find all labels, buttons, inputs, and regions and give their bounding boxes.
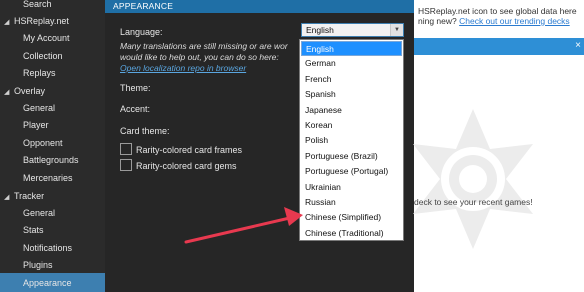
- sidebar-item-battlegrounds[interactable]: Battlegrounds: [23, 152, 79, 169]
- sidebar-item-label: Search: [23, 0, 52, 9]
- sidebar-item-overlay[interactable]: ◢ Overlay: [4, 83, 45, 100]
- sidebar-item-player[interactable]: Player: [23, 117, 49, 134]
- sidebar-item-stats[interactable]: Stats: [23, 222, 44, 239]
- sidebar-item-general[interactable]: General: [23, 100, 55, 117]
- banner-text-2: ning new? Check out our trending decks: [418, 16, 570, 26]
- sidebar-item-label: Opponent: [23, 138, 63, 148]
- close-icon[interactable]: ×: [575, 40, 581, 51]
- sidebar-item-collection[interactable]: Collection: [23, 48, 63, 65]
- language-option[interactable]: Korean: [301, 118, 402, 133]
- recent-games-text: deck to see your recent games!: [414, 197, 533, 207]
- expand-caret-icon[interactable]: ◢: [4, 189, 14, 206]
- sidebar-item-label: Collection: [23, 51, 63, 61]
- sidebar-item-label: General: [23, 103, 56, 113]
- language-option[interactable]: Portuguese (Portugal): [301, 164, 402, 179]
- sidebar-item-hsreplay-net[interactable]: ◢ HSReplay.net: [4, 13, 69, 30]
- translation-note-line1: Many translations are still missing or a…: [120, 41, 288, 51]
- trending-decks-link[interactable]: Check out our trending decks: [459, 16, 570, 26]
- localization-repo-link[interactable]: Open localization repo in browser: [120, 63, 246, 73]
- sidebar-item-opponent[interactable]: Opponent: [23, 135, 63, 152]
- sidebar-item-my-account[interactable]: My Account: [23, 30, 70, 47]
- language-option[interactable]: Polish: [301, 133, 402, 148]
- sidebar-item-label: Overlay: [14, 86, 46, 96]
- sidebar-item-plugins[interactable]: Plugins: [23, 257, 53, 274]
- language-option[interactable]: English: [301, 41, 402, 56]
- language-option[interactable]: Ukrainian: [301, 180, 402, 195]
- rarity-frames-label: Rarity-colored card frames: [136, 145, 243, 155]
- sidebar-item-label: Battlegrounds: [23, 155, 79, 165]
- sidebar-item-appearance[interactable]: Appearance: [23, 275, 72, 292]
- right-content: HSReplay.net icon to see global data her…: [413, 0, 584, 292]
- expand-caret-icon[interactable]: ◢: [4, 84, 14, 101]
- language-option[interactable]: Chinese (Traditional): [301, 226, 402, 241]
- banner-text: HSReplay.net icon to see global data her…: [418, 6, 577, 16]
- sidebar-item-label: HSReplay.net: [14, 16, 69, 26]
- sidebar-item-label: Notifications: [23, 243, 73, 253]
- sidebar-item-label: Stats: [23, 225, 44, 235]
- sidebar-item-replays[interactable]: Replays: [23, 65, 56, 82]
- language-select-value: English: [306, 25, 334, 35]
- language-option[interactable]: German: [301, 56, 402, 71]
- card-theme-label: Card theme:: [120, 126, 170, 136]
- hsreplay-logo-icon: [413, 109, 533, 249]
- sidebar-item-label: Player: [23, 120, 49, 130]
- language-option[interactable]: Russian: [301, 195, 402, 210]
- sidebar-item-tracker[interactable]: ◢ Tracker: [4, 188, 44, 205]
- sidebar-item-general[interactable]: General: [23, 205, 55, 222]
- language-option[interactable]: Portuguese (Brazil): [301, 149, 402, 164]
- language-dropdown-list[interactable]: English German French Spanish Japanese Korean…: [299, 39, 404, 241]
- rarity-gems-checkbox[interactable]: [120, 159, 132, 171]
- sidebar-item-label: General: [23, 208, 56, 218]
- banner-prefix: ning new?: [418, 16, 460, 26]
- rarity-frames-checkbox[interactable]: [120, 143, 132, 155]
- sidebar-item-mercenaries[interactable]: Mercenaries: [23, 170, 73, 187]
- language-option[interactable]: Spanish: [301, 87, 402, 102]
- sidebar: Search ◢ HSReplay.net My Account Collection R…: [0, 0, 105, 292]
- info-banner: HSReplay.net icon to see global data her…: [414, 0, 584, 36]
- language-option[interactable]: Japanese: [301, 103, 402, 118]
- sidebar-item-label: Tracker: [14, 191, 45, 201]
- accent-label: Accent:: [120, 104, 151, 114]
- sidebar-item-search[interactable]: Search: [23, 0, 52, 13]
- deck-header-bar: ×: [414, 38, 584, 55]
- sidebar-item-label: My Account: [23, 33, 70, 43]
- expand-caret-icon[interactable]: ◢: [4, 14, 14, 31]
- translation-note: Many translations are still missing or a…: [120, 41, 304, 62]
- sidebar-item-label: Appearance: [23, 278, 72, 288]
- translation-note-line2: would like to help out, you can do so he…: [120, 51, 279, 62]
- language-option[interactable]: Chinese (Simplified): [301, 210, 402, 225]
- theme-label: Theme:: [120, 83, 151, 93]
- chevron-down-icon[interactable]: ▼: [390, 24, 403, 36]
- sidebar-item-label: Plugins: [23, 260, 53, 270]
- language-option[interactable]: French: [301, 72, 402, 87]
- language-label: Language:: [120, 27, 163, 37]
- sidebar-item-label: Mercenaries: [23, 173, 73, 183]
- panel-header: APPEARANCE: [105, 0, 414, 13]
- sidebar-item-notifications[interactable]: Notifications: [23, 240, 72, 257]
- sidebar-item-label: Replays: [23, 68, 56, 78]
- rarity-gems-label: Rarity-colored card gems: [136, 161, 237, 171]
- language-select[interactable]: English ▼: [301, 23, 404, 37]
